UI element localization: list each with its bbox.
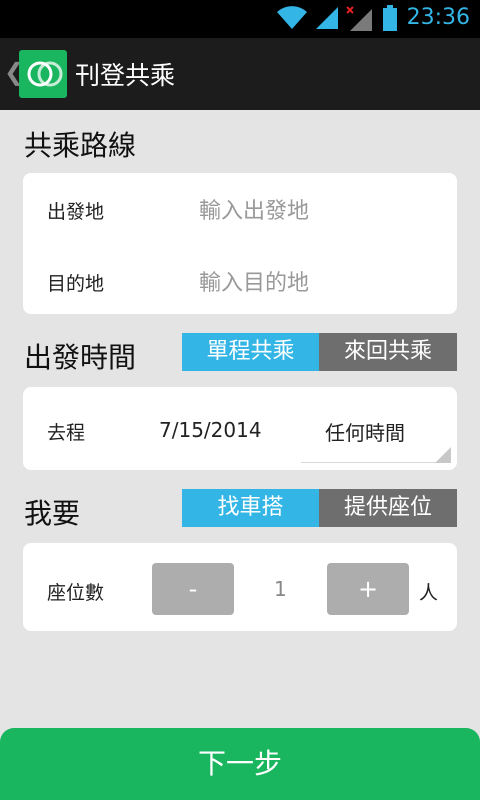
want-section-title: 我要 xyxy=(24,497,81,530)
destination-input[interactable]: 輸入目的地 xyxy=(199,265,309,297)
seats-value: 1 xyxy=(274,577,287,601)
destination-label: 目的地 xyxy=(47,273,105,295)
route-section-title: 共乘路線 xyxy=(24,129,137,162)
status-time: 23:36 xyxy=(406,5,470,30)
seats-increment-button[interactable]: + xyxy=(327,563,409,615)
date-picker[interactable]: 7/15/2014 xyxy=(159,418,262,442)
signal-icon xyxy=(316,7,338,29)
departure-section-title: 出發時間 xyxy=(24,341,137,374)
action-bar: ❮ 刊登共乘 xyxy=(0,38,480,110)
route-card: 出發地 輸入出發地 目的地 輸入目的地 xyxy=(23,173,457,314)
signal-no-service-icon xyxy=(346,6,372,31)
time-spinner[interactable]: 任何時間 xyxy=(301,403,451,463)
find-ride-tab[interactable]: 找車搭 xyxy=(182,489,319,527)
time-spinner-value: 任何時間 xyxy=(325,421,405,445)
battery-icon xyxy=(383,5,397,31)
outbound-label: 去程 xyxy=(47,422,86,444)
next-step-button[interactable]: 下一步 xyxy=(0,728,480,800)
one-way-tab[interactable]: 單程共乘 xyxy=(182,333,319,371)
departure-card: 去程 7/15/2014 任何時間 xyxy=(23,387,457,470)
status-bar: 23:36 xyxy=(0,0,480,38)
action-bar-title: 刊登共乘 xyxy=(75,61,176,90)
spinner-underline xyxy=(301,462,451,463)
seats-card: 座位數 - 1 + 人 xyxy=(23,543,457,631)
offer-seats-tab[interactable]: 提供座位 xyxy=(319,489,457,527)
seats-label: 座位數 xyxy=(47,582,105,604)
logo-rings-icon xyxy=(27,61,63,87)
seats-unit: 人 xyxy=(419,582,439,604)
origin-label: 出發地 xyxy=(47,201,105,223)
seats-decrement-button[interactable]: - xyxy=(152,563,234,615)
app-logo-icon[interactable] xyxy=(19,50,67,98)
origin-input[interactable]: 輸入出發地 xyxy=(199,193,309,225)
round-trip-tab[interactable]: 來回共乘 xyxy=(319,333,457,371)
wifi-icon xyxy=(277,6,307,30)
spinner-corner-icon xyxy=(435,447,451,463)
